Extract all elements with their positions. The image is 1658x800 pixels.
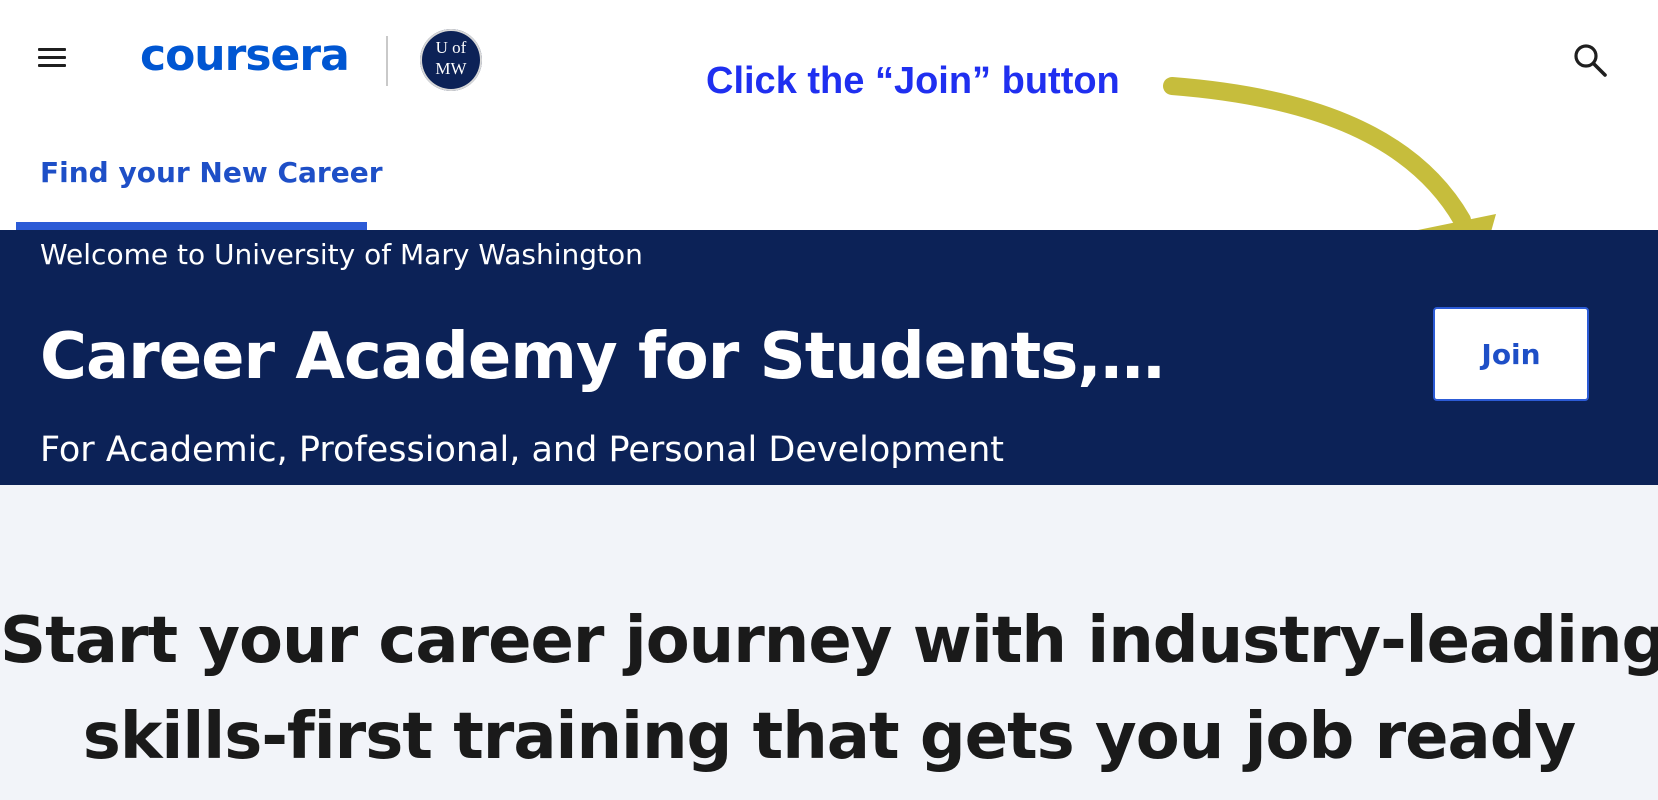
seal-text-top: U of [435,38,467,57]
hamburger-menu-icon[interactable] [38,48,66,68]
top-header: coursera U of MW Click the “Join” button [0,0,1658,120]
logo-divider [386,36,388,86]
program-subtitle: For Academic, Professional, and Personal… [40,430,1004,470]
tab-label: Find your New Career [40,156,383,189]
tab-active-underline [16,222,367,230]
seal-text-bottom: MW [435,59,467,78]
program-banner: Welcome to University of Mary Washington… [0,230,1658,485]
program-title: Career Academy for Students,… [40,320,1165,394]
university-seal-logo[interactable]: U of MW [420,29,482,91]
coursera-logo[interactable]: coursera [140,30,350,81]
hero-heading-line-2: skills-first training that gets you job … [82,700,1577,774]
tab-find-your-new-career[interactable]: Find your New Career [16,150,383,230]
hero-heading: Start your career journey with industry-… [0,593,1658,785]
hero-heading-line-1: Start your career journey with industry-… [0,604,1658,678]
hero-section: Start your career journey with industry-… [0,485,1658,800]
join-button[interactable]: Join [1433,307,1589,401]
search-icon[interactable] [1572,42,1608,78]
page: coursera U of MW Click the “Join” button… [0,0,1658,800]
tutorial-annotation-text: Click the “Join” button [706,60,1120,102]
welcome-text: Welcome to University of Mary Washington [40,238,643,271]
